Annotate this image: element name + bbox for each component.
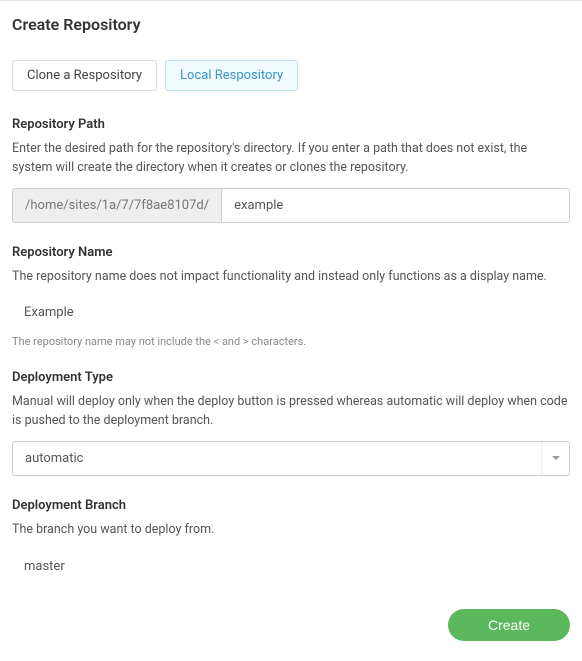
repo-source-tabs: Clone a Respository Local Respository bbox=[12, 60, 570, 91]
create-button[interactable]: Create bbox=[448, 609, 570, 641]
deployment-type-value: automatic bbox=[13, 442, 569, 475]
repository-name-hint: The repository name may not include the … bbox=[12, 335, 570, 348]
tab-local-repository[interactable]: Local Respository bbox=[165, 60, 298, 91]
form-footer: Create bbox=[12, 609, 570, 641]
dropdown-caret-box bbox=[541, 442, 569, 475]
deployment-type-select[interactable]: automatic bbox=[12, 441, 570, 476]
chevron-down-icon bbox=[552, 456, 560, 460]
repository-path-input[interactable] bbox=[222, 189, 569, 222]
repository-name-desc: The repository name does not impact func… bbox=[12, 268, 570, 287]
section-deployment-branch: Deployment Branch The branch you want to… bbox=[12, 498, 570, 583]
deployment-branch-desc: The branch you want to deploy from. bbox=[12, 521, 570, 540]
repository-path-prefix: /home/sites/1a/7/7f8ae8107d/ bbox=[13, 189, 222, 222]
repository-name-input[interactable] bbox=[12, 296, 570, 329]
deployment-branch-input[interactable] bbox=[12, 550, 570, 583]
section-repository-path: Repository Path Enter the desired path f… bbox=[12, 117, 570, 223]
section-repository-name: Repository Name The repository name does… bbox=[12, 245, 570, 349]
section-deployment-type: Deployment Type Manual will deploy only … bbox=[12, 370, 570, 476]
deployment-type-label: Deployment Type bbox=[12, 370, 570, 385]
deployment-type-desc: Manual will deploy only when the deploy … bbox=[12, 393, 570, 431]
tab-clone-repository[interactable]: Clone a Respository bbox=[12, 60, 157, 91]
repository-path-input-group: /home/sites/1a/7/7f8ae8107d/ bbox=[12, 188, 570, 223]
repository-name-label: Repository Name bbox=[12, 245, 570, 260]
deployment-branch-label: Deployment Branch bbox=[12, 498, 570, 513]
repository-path-label: Repository Path bbox=[12, 117, 570, 132]
repository-path-desc: Enter the desired path for the repositor… bbox=[12, 140, 570, 178]
page-title: Create Repository bbox=[12, 15, 570, 34]
